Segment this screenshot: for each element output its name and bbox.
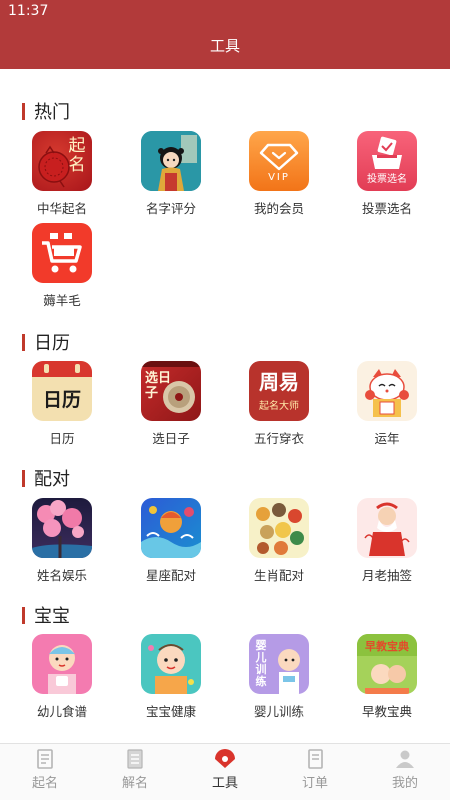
tool-label: 中华起名: [36, 201, 87, 216]
tab-dingdan[interactable]: 订单: [270, 744, 360, 800]
tool-toupiao-xuanming[interactable]: 投票选名 投票选名: [337, 131, 437, 217]
baby-food-icon: [32, 634, 92, 694]
fan-tool-icon: [213, 747, 237, 771]
page-title: 工具: [0, 24, 450, 69]
tool-label: 宝宝健康: [145, 704, 196, 719]
shopping-cart-icon: [32, 223, 92, 283]
tool-label: 投票选名: [361, 201, 412, 216]
section-marker: [22, 606, 25, 624]
tool-wuxing-chuanyi[interactable]: 周易 起名大师 五行穿衣: [229, 361, 329, 447]
tab-label: 解名: [121, 776, 148, 791]
tool-yun-nian[interactable]: 运年: [337, 361, 437, 447]
tab-label: 我的: [391, 776, 418, 791]
section-marker: [22, 333, 25, 351]
section-title: 宝宝: [34, 606, 70, 627]
tool-calendar[interactable]: 日历 日历: [12, 361, 112, 447]
section-header-baby: 宝宝: [22, 602, 70, 628]
section-header-hot: 热门: [22, 98, 70, 124]
tab-wode[interactable]: 我的: [360, 744, 450, 800]
explain-book-icon: [123, 747, 147, 771]
tool-xuan-rizi[interactable]: 选日子 选日子: [121, 361, 221, 447]
tool-label: 早教宝典: [361, 704, 412, 719]
tool-label: 五行穿衣: [253, 431, 304, 446]
lucky-cat-icon: [357, 361, 417, 421]
calendar-icon: 日历: [32, 361, 92, 421]
profile-icon: [393, 747, 417, 771]
status-time: 11:37: [8, 3, 49, 19]
matchmaker-icon: [357, 498, 417, 558]
tool-label: 名字评分: [145, 201, 196, 216]
tool-zhonghua-qiming[interactable]: 起名 中华起名: [12, 131, 112, 217]
tool-label: 日历: [49, 431, 75, 446]
tool-baobao-jiankang[interactable]: 宝宝健康: [121, 634, 221, 720]
section-marker: [22, 469, 25, 487]
baby-health-icon: [141, 634, 201, 694]
section-title: 配对: [34, 469, 70, 490]
bottom-tab-bar: 起名 解名 工具 订单 我的: [0, 743, 450, 800]
tab-label: 工具: [211, 776, 238, 791]
zhouyi-master-icon: 周易 起名大师: [249, 361, 309, 421]
tool-yinger-xunlian[interactable]: 婴儿训练 婴儿训练: [229, 634, 329, 720]
ballot-box-icon: 投票选名: [357, 131, 417, 191]
tool-label: 月老抽签: [361, 568, 412, 583]
tab-label: 订单: [301, 776, 328, 791]
girl-illustration-icon: [141, 131, 201, 191]
tool-label: 我的会员: [253, 201, 304, 216]
tool-mingzi-pingfen[interactable]: 名字评分: [121, 131, 221, 217]
tool-yuelao-chouqian[interactable]: 月老抽签: [337, 498, 437, 584]
tool-label: 生肖配对: [253, 568, 304, 583]
constellation-icon: [141, 498, 201, 558]
tool-label: 姓名娱乐: [36, 568, 87, 583]
tool-xingming-yule[interactable]: 姓名娱乐: [12, 498, 112, 584]
tool-youer-shipu[interactable]: 幼儿食谱: [12, 634, 112, 720]
tools-content: 热门 起名 中华起名 名字评分 VIP 我的会员 投票选名 投票选名 薅羊毛 日…: [0, 69, 450, 743]
red-paper-cut-icon: 起名: [32, 131, 92, 191]
vip-diamond-icon: VIP: [249, 131, 309, 191]
tab-label: 起名: [31, 776, 58, 791]
tab-gongju[interactable]: 工具: [180, 744, 270, 800]
tool-label: 选日子: [152, 431, 190, 446]
sakura-icon: [32, 498, 92, 558]
tool-shengxiao-peidui[interactable]: 生肖配对: [229, 498, 329, 584]
tool-label: 幼儿食谱: [36, 704, 87, 719]
section-marker: [22, 102, 25, 120]
zodiac-animals-icon: [249, 498, 309, 558]
tool-hao-yangmao[interactable]: 薅羊毛: [12, 223, 112, 309]
tool-label: 运年: [374, 431, 400, 446]
tool-my-vip[interactable]: VIP 我的会员: [229, 131, 329, 217]
baby-training-icon: 婴儿训练: [249, 634, 309, 694]
tool-label: 婴儿训练: [253, 704, 304, 719]
naming-book-icon: [33, 747, 57, 771]
status-bar: 11:37: [0, 0, 450, 24]
tab-jieming[interactable]: 解名: [90, 744, 180, 800]
tool-zaojiao-baodian[interactable]: 早教宝典 早教宝典: [337, 634, 437, 720]
section-title: 热门: [34, 102, 70, 123]
tool-xingzuo-peidui[interactable]: 星座配对: [121, 498, 221, 584]
order-doc-icon: [303, 747, 327, 771]
section-header-match: 配对: [22, 465, 70, 491]
early-education-icon: 早教宝典: [357, 634, 417, 694]
section-header-calendar: 日历: [22, 329, 70, 355]
date-picker-icon: 选日子: [141, 361, 201, 421]
tool-label: 星座配对: [145, 568, 196, 583]
section-title: 日历: [34, 333, 70, 354]
tab-qiming[interactable]: 起名: [0, 744, 90, 800]
tool-label: 薅羊毛: [43, 293, 81, 308]
